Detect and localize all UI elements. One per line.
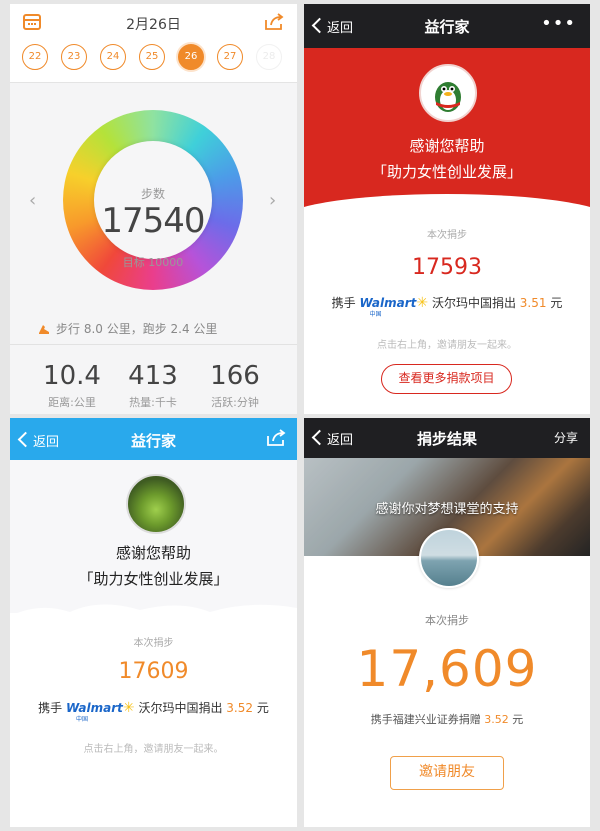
stat-value: 166 <box>210 361 260 391</box>
steps-goal: 目标 10000 <box>122 256 184 269</box>
nav-bar: 返回 捐步结果 分享 <box>304 418 590 458</box>
donation-line: 携手福建兴业证券捐赠 3.52 元 <box>304 711 590 727</box>
invite-hint: 点击右上角，邀请朋友一起来。 <box>377 340 517 351</box>
nav-bar: 返回 益行家 <box>10 418 297 460</box>
donate-prefix: 携手 <box>38 701 63 715</box>
more-menu-icon[interactable]: ••• <box>541 13 576 34</box>
donation-line: 携手 Walmart 中国 ✳ 沃尔玛中国捐出 3.51 元 <box>304 294 590 318</box>
amount-label: 本次捐步 <box>427 230 467 241</box>
more-projects-button[interactable]: 查看更多捐款项目 <box>381 364 512 394</box>
nav-title: 益行家 <box>130 432 176 450</box>
donated-steps: 17,609 <box>356 640 538 698</box>
walk-summary: 步行 8.0 公里，跑步 2.4 公里 <box>38 320 217 337</box>
donate-middle: 沃尔玛中国捐出 <box>431 296 516 310</box>
walmart-logo: Walmart 中国 <box>359 296 417 318</box>
step-counter-screen: 2月26日 22 23 24 25 26 27 28 ‹ 步数 17540 目标… <box>10 4 297 414</box>
day-27[interactable]: 27 <box>217 44 243 70</box>
amount-label: 本次捐步 <box>133 638 174 649</box>
day-25[interactable]: 25 <box>139 44 165 70</box>
donation-amount: 3.52 <box>226 701 253 715</box>
stats-row: 10.4 距离:公里 413 热量:千卡 166 活跃:分钟 <box>10 344 297 409</box>
invite-hint: 点击右上角，邀请朋友一起来。 <box>83 744 224 755</box>
share-icon[interactable] <box>265 428 287 448</box>
day-22[interactable]: 22 <box>22 44 48 70</box>
donated-steps: 17593 <box>412 255 482 280</box>
walmart-wordmark: Walmart <box>65 701 123 715</box>
stat-calories: 413 热量:千卡 <box>113 345 193 410</box>
nav-title: 捐步结果 <box>416 430 477 448</box>
stat-value: 10.4 <box>43 361 101 391</box>
stat-label: 热量:千卡 <box>129 396 177 409</box>
donated-steps: 17609 <box>118 659 189 684</box>
walmart-spark-icon: ✳ <box>122 700 135 716</box>
walmart-wordmark: Walmart <box>359 296 417 310</box>
donation-screen-red: 返回 益行家 ••• 感谢您帮助 「助力女性创业发展」 本次捐步 17593 携… <box>304 4 590 414</box>
nav-bar: 返回 益行家 ••• <box>304 4 590 48</box>
steps-label: 步数 <box>140 187 165 201</box>
walk-summary-text: 步行 8.0 公里，跑步 2.4 公里 <box>56 322 218 336</box>
steps-ring: 步数 17540 目标 10000 <box>63 110 243 290</box>
invite-friends-button[interactable]: 邀请朋友 <box>390 756 504 790</box>
photo-caption: 感谢你对梦想课堂的支持 <box>375 502 519 517</box>
donate-prefix: 携手 <box>331 296 356 310</box>
ring-center: 步数 17540 目标 10000 <box>94 141 212 269</box>
donation-amount: 3.51 <box>519 296 547 310</box>
steps-value: 17540 <box>101 201 205 241</box>
thanks-line-2: 「助力女性创业发展」 <box>78 570 229 588</box>
donation-line: 携手 Walmart 中国 ✳ 沃尔玛中国捐出 3.52 元 <box>10 699 297 723</box>
date-title: 2月26日 <box>126 17 181 33</box>
share-icon[interactable] <box>263 12 285 32</box>
donate-prefix: 携手福建兴业证券捐赠 <box>370 713 481 726</box>
stat-label: 活跃:分钟 <box>211 396 259 409</box>
day-28: 28 <box>256 44 282 70</box>
sea-avatar <box>419 528 479 588</box>
donation-result-screen: 返回 捐步结果 分享 感谢你对梦想课堂的支持 本次捐步 17,609 携手福建兴… <box>304 418 590 827</box>
day-24[interactable]: 24 <box>100 44 126 70</box>
donation-amount: 3.52 <box>484 713 509 726</box>
share-button[interactable]: 分享 <box>554 429 578 446</box>
amount-label: 本次捐步 <box>425 614 469 627</box>
donation-screen-blue: 返回 益行家 感谢您帮助 「助力女性创业发展」 本次捐步 17609 携手 Wa… <box>10 418 297 827</box>
thanks-line-1: 感谢您帮助 <box>409 137 485 155</box>
stat-distance: 10.4 距离:公里 <box>32 345 112 410</box>
qq-penguin-avatar <box>419 64 477 122</box>
day-selector: 22 23 24 25 26 27 28 <box>22 44 295 72</box>
date-header: 2月26日 22 23 24 25 26 27 28 <box>10 4 297 83</box>
stat-value: 413 <box>128 361 178 391</box>
donation-unit: 元 <box>550 296 563 310</box>
stat-label: 距离:公里 <box>48 396 96 409</box>
next-day-arrow[interactable]: › <box>269 190 276 211</box>
day-23[interactable]: 23 <box>61 44 87 70</box>
prev-day-arrow[interactable]: ‹ <box>29 190 36 211</box>
walmart-sub: 中国 <box>75 716 88 723</box>
donate-middle: 沃尔玛中国捐出 <box>138 701 223 715</box>
walmart-sub: 中国 <box>369 311 382 318</box>
leaf-avatar <box>126 474 186 534</box>
walmart-spark-icon: ✳ <box>416 295 429 311</box>
progress-ring: 步数 17540 目标 10000 <box>63 110 243 290</box>
thanks-line-1: 感谢您帮助 <box>115 544 191 562</box>
donation-unit: 元 <box>256 701 269 715</box>
thanks-line-2: 「助力女性创业发展」 <box>371 163 522 181</box>
stat-active: 166 活跃:分钟 <box>195 345 275 410</box>
shoe-icon <box>39 324 49 334</box>
day-26-selected[interactable]: 26 <box>178 44 204 70</box>
walmart-logo: Walmart 中国 <box>65 701 123 723</box>
donation-unit: 元 <box>512 713 524 726</box>
penguin-icon <box>435 82 461 112</box>
